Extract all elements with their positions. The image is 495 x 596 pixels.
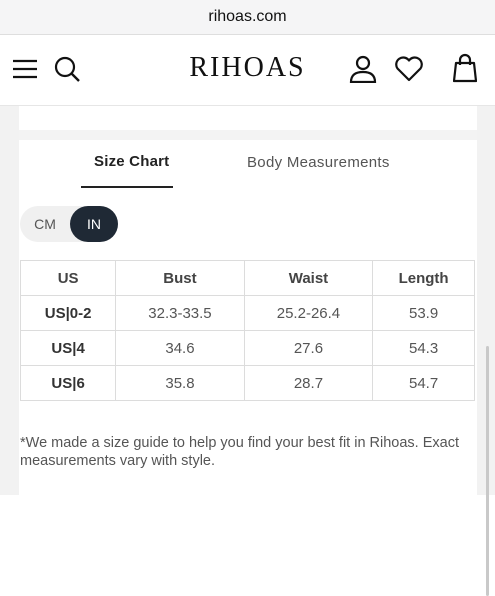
column-header-length: Length	[372, 260, 475, 296]
waist-cell: 27.6	[243, 330, 374, 366]
table-header-row: US Bust Waist Length	[19, 260, 475, 296]
search-icon[interactable]	[52, 54, 82, 84]
unit-cm-button[interactable]: CM	[20, 206, 70, 242]
wishlist-heart-icon[interactable]	[393, 55, 425, 83]
size-cell: US|0-2	[19, 295, 117, 331]
length-cell: 54.7	[372, 365, 475, 401]
column-header-waist: Waist	[243, 260, 374, 296]
panel-divider	[19, 130, 477, 140]
waist-cell: 25.2-26.4	[243, 295, 374, 331]
address-bar[interactable]: rihoas.com	[0, 0, 495, 35]
size-guide-panel: Size Chart Body Measurements CM IN US Bu…	[19, 106, 477, 495]
account-icon[interactable]	[348, 54, 378, 84]
url-text: rihoas.com	[208, 8, 287, 25]
size-guide-note: *We made a size guide to help you find y…	[20, 435, 460, 469]
column-header-bust: Bust	[115, 260, 245, 296]
tab-size-chart[interactable]: Size Chart	[94, 153, 169, 170]
size-cell: US|6	[19, 365, 117, 401]
tab-body-measurements[interactable]: Body Measurements	[247, 154, 390, 171]
table-row: US|0-2 32.3-33.5 25.2-26.4 53.9	[19, 295, 475, 331]
bust-cell: 35.8	[115, 365, 245, 401]
unit-toggle: CM IN	[20, 206, 118, 242]
menu-icon[interactable]	[10, 55, 40, 83]
table-row: US|6 35.8 28.7 54.7	[19, 365, 475, 401]
table-row: US|4 34.6 27.6 54.3	[19, 330, 475, 366]
active-tab-indicator	[81, 186, 173, 188]
bust-cell: 34.6	[115, 330, 245, 366]
scrollbar[interactable]	[486, 346, 489, 596]
length-cell: 54.3	[372, 330, 475, 366]
site-header: RIHOAS	[0, 35, 495, 106]
length-cell: 53.9	[372, 295, 475, 331]
column-header-us: US	[19, 260, 117, 296]
bag-icon[interactable]	[451, 52, 479, 84]
waist-cell: 28.7	[243, 365, 374, 401]
size-cell: US|4	[19, 330, 117, 366]
page-content: Size Chart Body Measurements CM IN US Bu…	[0, 106, 495, 596]
size-chart-table: US Bust Waist Length US|0-2 32.3-33.5 25…	[19, 260, 475, 401]
unit-in-button[interactable]: IN	[70, 206, 118, 242]
bust-cell: 32.3-33.5	[115, 295, 245, 331]
